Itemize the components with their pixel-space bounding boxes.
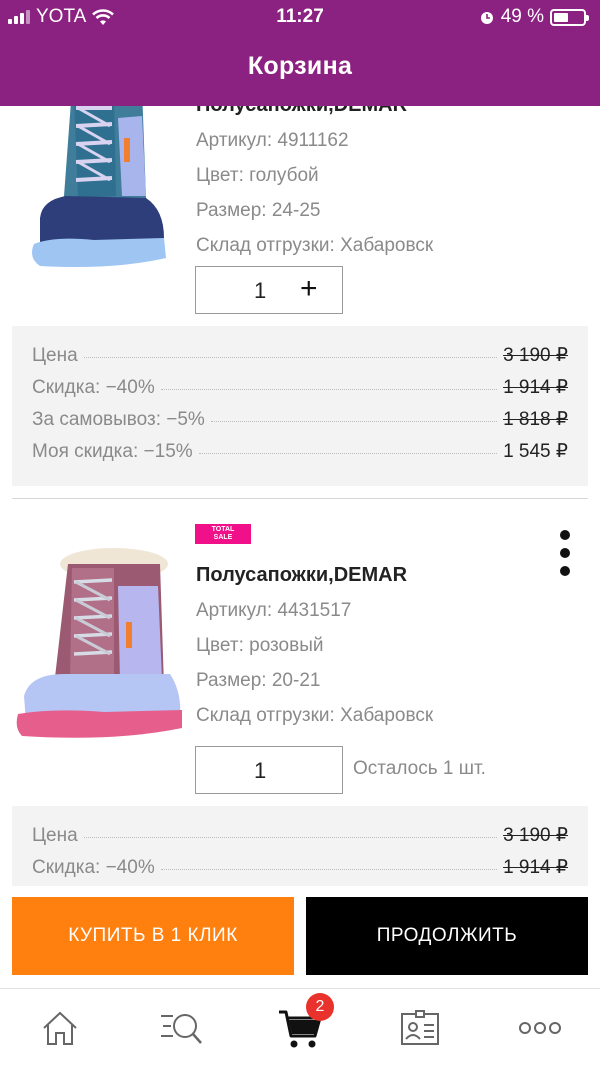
tab-cart[interactable]: 2 <box>276 993 334 1051</box>
profile-card-icon <box>401 1010 439 1045</box>
product-size: Размер: 24-25 <box>196 200 321 221</box>
product-info: Полусапожки,DEMAR Артикул: 4911162 Цвет:… <box>196 106 433 263</box>
product-size: Размер: 20-21 <box>196 670 321 691</box>
badge-line-bottom: SALE <box>213 534 233 541</box>
app-header: YOTA 11:27 49 % Корзина <box>0 0 600 106</box>
quantity-stepper[interactable]: 1 + <box>195 266 343 314</box>
product-image[interactable] <box>14 546 184 746</box>
product-warehouse: Склад отгрузки: Хабаровск <box>196 235 434 256</box>
total-sale-badge: TOTAL SALE <box>195 524 251 544</box>
discount-row: Скидка: −40% 1 914 ₽ <box>32 376 568 408</box>
price-breakdown: Цена 3 190 ₽ Скидка: −40% 1 914 ₽ <box>12 806 588 886</box>
price-value: 3 190 ₽ <box>503 345 568 366</box>
product-article: Артикул: 4911162 <box>196 130 349 151</box>
pickup-discount-row: За самовывоз: −5% 1 818 ₽ <box>32 408 568 440</box>
price-label: Цена <box>32 825 78 846</box>
status-bar: YOTA 11:27 49 % <box>0 0 600 34</box>
buy-one-click-button[interactable]: КУПИТЬ В 1 КЛИК <box>12 897 294 975</box>
alarm-icon <box>480 12 493 24</box>
cart-actions: КУПИТЬ В 1 КЛИК ПРОДОЛЖИТЬ <box>0 886 600 986</box>
battery-icon <box>550 8 589 26</box>
cart-list[interactable]: Полусапожки,DEMAR Артикул: 4911162 Цвет:… <box>0 106 600 886</box>
search-icon <box>161 1014 202 1044</box>
product-image[interactable] <box>14 106 184 278</box>
tab-more[interactable] <box>516 1005 564 1051</box>
continue-button[interactable]: ПРОДОЛЖИТЬ <box>306 897 588 975</box>
price-value: 3 190 ₽ <box>503 825 568 846</box>
pickup-discount-label: За самовывоз: −5% <box>32 409 205 430</box>
price-row: Цена 3 190 ₽ <box>32 824 568 856</box>
item-divider <box>12 498 588 499</box>
tab-profile[interactable] <box>396 1005 444 1051</box>
discount-row: Скидка: −40% 1 914 ₽ <box>32 856 568 886</box>
page-title: Корзина <box>247 52 353 80</box>
my-discount-label: Моя скидка: −15% <box>32 441 193 462</box>
status-right: 49 % <box>479 6 589 28</box>
stock-remaining: Осталось 1 шт. <box>353 758 486 779</box>
quantity-value[interactable]: 1 <box>254 758 266 784</box>
product-name[interactable]: Полусапожки,DEMAR <box>196 558 433 593</box>
more-options-icon[interactable] <box>560 530 572 584</box>
product-article: Артикул: 4431517 <box>196 600 352 621</box>
quantity-value[interactable]: 1 <box>254 278 266 304</box>
discount-label: Скидка: −40% <box>32 857 155 878</box>
tab-home[interactable] <box>36 1005 84 1051</box>
product-info: Полусапожки,DEMAR Артикул: 4431517 Цвет:… <box>196 558 433 733</box>
discount-value: 1 914 ₽ <box>503 857 568 878</box>
product-color: Цвет: голубой <box>196 165 319 186</box>
discount-value: 1 914 ₽ <box>503 377 568 398</box>
bottom-tab-bar: 2 <box>0 988 600 1066</box>
pickup-discount-value: 1 818 ₽ <box>503 409 568 430</box>
discount-label: Скидка: −40% <box>32 377 155 398</box>
quantity-stepper[interactable]: 1 <box>195 746 343 794</box>
price-row: Цена 3 190 ₽ <box>32 344 568 376</box>
cart-count-badge: 2 <box>306 993 334 1021</box>
price-label: Цена <box>32 345 78 366</box>
my-discount-row: Моя скидка: −15% 1 545 ₽ <box>32 440 568 472</box>
quantity-plus-button[interactable]: + <box>300 272 318 306</box>
product-color: Цвет: розовый <box>196 635 324 656</box>
final-price-value: 1 545 ₽ <box>503 441 568 462</box>
price-breakdown: Цена 3 190 ₽ Скидка: −40% 1 914 ₽ За самов… <box>12 326 588 486</box>
product-name[interactable]: Полусапожки,DEMAR <box>196 106 433 123</box>
battery-percent: 49 % <box>500 6 544 27</box>
tab-catalog-search[interactable] <box>156 1005 204 1051</box>
more-icon <box>519 1022 561 1034</box>
home-icon <box>43 1011 77 1045</box>
product-warehouse: Склад отгрузки: Хабаровск <box>196 705 434 726</box>
badge-line-top: TOTAL <box>211 526 235 533</box>
